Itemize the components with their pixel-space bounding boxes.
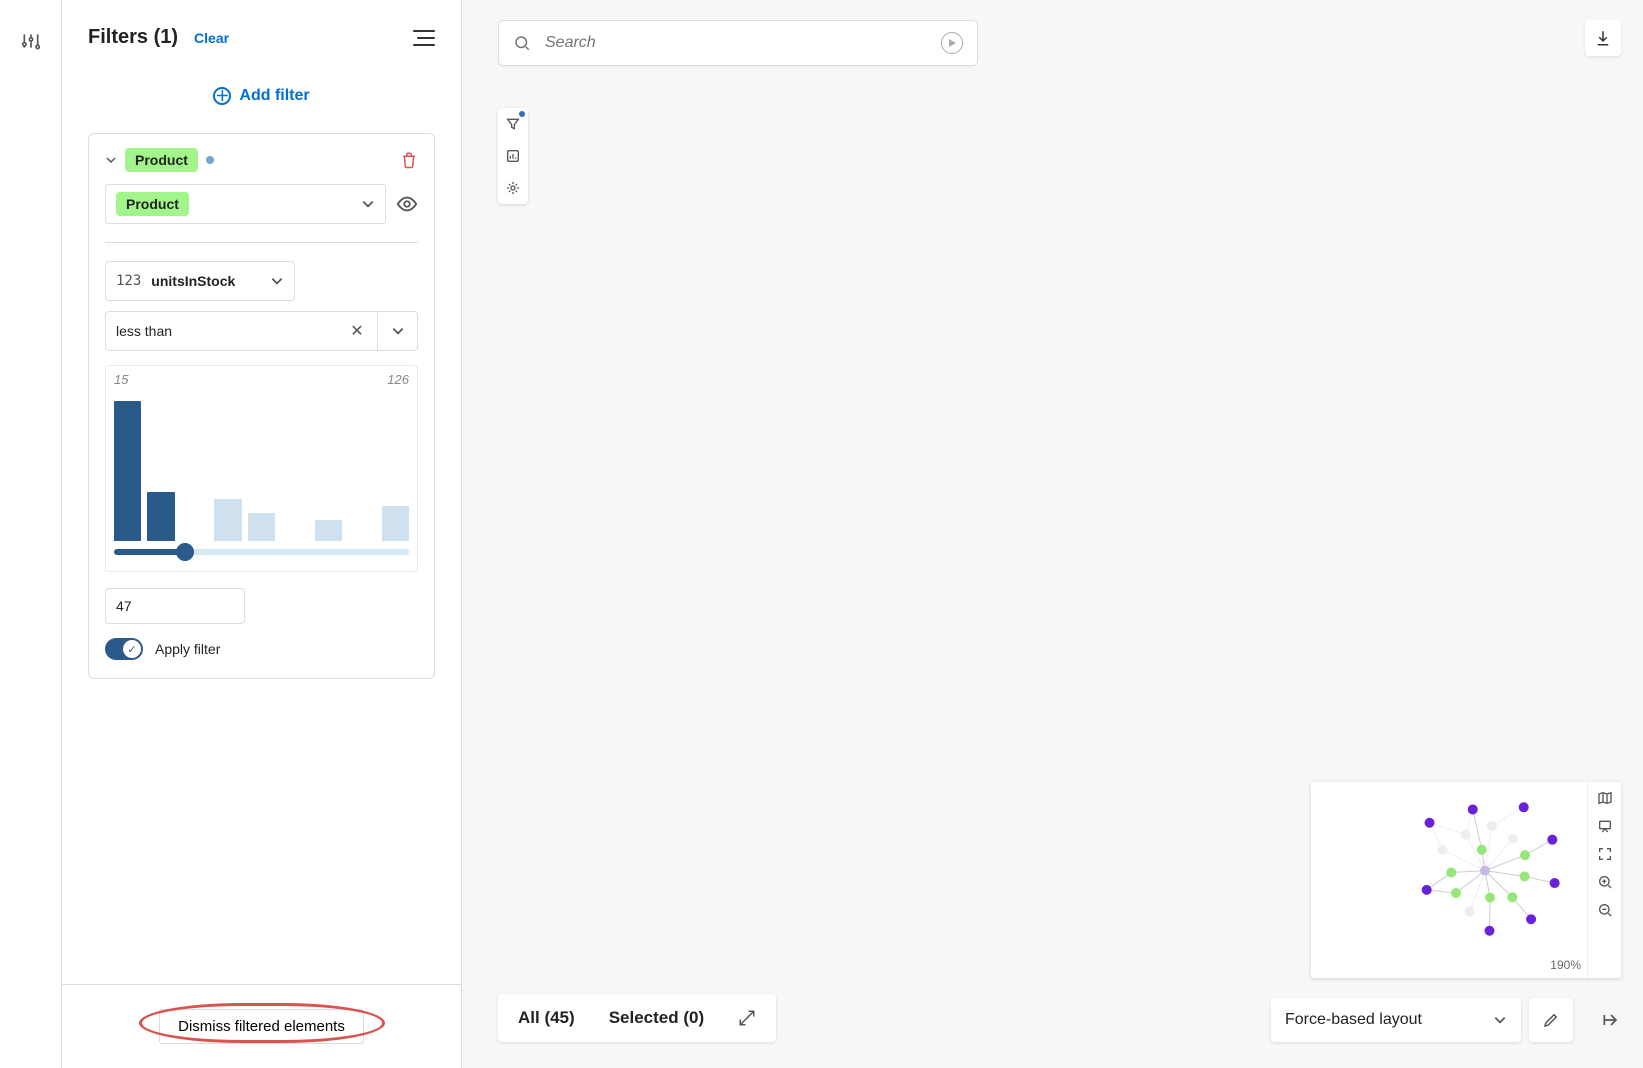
range-slider[interactable] — [114, 549, 409, 555]
minimap-svg[interactable] — [1311, 782, 1587, 978]
zoom-level: 190% — [1550, 958, 1581, 972]
eye-icon[interactable] — [396, 193, 418, 215]
value-input-text: 47 — [116, 598, 132, 614]
property-type-hint: 123 — [116, 273, 141, 289]
chevron-down-icon — [1493, 1013, 1507, 1027]
property-select[interactable]: 123 unitsInStock — [105, 261, 295, 301]
sliders-icon[interactable] — [20, 30, 42, 52]
collapse-panel-icon[interactable] — [1601, 1010, 1621, 1030]
edit-layout-button[interactable] — [1529, 998, 1573, 1042]
graph-canvas[interactable]: SUPPLIESSUPPLIESSUPPLIESSUPPLIESSUPPLIES… — [462, 0, 1643, 1068]
hist-bar — [382, 506, 409, 541]
hist-bar — [315, 520, 342, 541]
entity-pill: Product — [116, 192, 189, 216]
filter-header: Filters (1) Clear — [62, 0, 461, 67]
schema-tool-icon[interactable] — [498, 172, 528, 204]
graph-svg: SUPPLIESSUPPLIESSUPPLIESSUPPLIESSUPPLIES… — [462, 0, 762, 150]
clear-filters-link[interactable]: Clear — [194, 30, 229, 46]
dismiss-filtered-button[interactable]: Dismiss filtered elements — [159, 1009, 364, 1044]
hist-bar — [147, 492, 174, 541]
plus-circle-icon: ＋ — [213, 87, 231, 105]
delete-filter-button[interactable] — [400, 151, 418, 169]
minimap-tools — [1587, 782, 1621, 978]
panel-menu-icon[interactable] — [413, 30, 435, 46]
operator-select: less than ✕ — [105, 311, 418, 351]
histogram: 15 126 — [105, 365, 418, 572]
add-filter-label: Add filter — [239, 87, 309, 105]
hist-bar — [114, 401, 141, 541]
minimap: 190% — [1311, 782, 1621, 978]
selection-toolbar: All (45) Selected (0) — [498, 994, 776, 1042]
zoom-in-icon[interactable] — [1597, 874, 1613, 890]
expand-icon[interactable] — [738, 1009, 756, 1027]
property-name: unitsInStock — [151, 273, 235, 289]
apply-filter-label: Apply filter — [155, 641, 220, 657]
selected-tab[interactable]: Selected (0) — [609, 1008, 704, 1028]
operator-value[interactable]: less than — [106, 312, 337, 350]
filter-label-pill: Product — [125, 148, 198, 172]
hist-min: 15 — [114, 372, 128, 387]
toggle-knob-check-icon: ✓ — [123, 640, 141, 658]
filter-status-dot — [206, 156, 214, 164]
chevron-down-icon[interactable] — [105, 154, 117, 166]
hist-bar — [248, 513, 275, 541]
value-input[interactable]: 47 — [105, 588, 245, 624]
map-icon[interactable] — [1597, 790, 1613, 806]
layout-selected-label: Force-based layout — [1285, 1011, 1422, 1029]
zoom-out-icon[interactable] — [1597, 902, 1613, 918]
all-tab[interactable]: All (45) — [518, 1008, 575, 1028]
filter-footer: Dismiss filtered elements — [62, 984, 461, 1068]
filter-panel: Filters (1) Clear ＋ Add filter Product P… — [62, 0, 462, 1068]
filter-card: Product Product 123 — [88, 133, 435, 679]
layout-select[interactable]: Force-based layout — [1271, 998, 1521, 1042]
operator-dropdown-button[interactable] — [377, 312, 417, 350]
hist-bar — [214, 499, 241, 541]
presentation-icon[interactable] — [1597, 818, 1613, 834]
slider-handle[interactable] — [176, 543, 194, 561]
fit-screen-icon[interactable] — [1597, 846, 1613, 862]
add-filter-button[interactable]: ＋ Add filter — [88, 87, 435, 105]
filter-title: Filters (1) — [88, 26, 178, 49]
clear-operator-button[interactable]: ✕ — [337, 312, 377, 350]
hist-max: 126 — [387, 372, 409, 387]
play-icon[interactable] — [941, 32, 963, 54]
download-button[interactable] — [1585, 20, 1621, 56]
layout-controls: Force-based layout — [1271, 998, 1573, 1042]
entity-select[interactable]: Product — [105, 184, 386, 224]
chevron-down-icon — [270, 274, 284, 288]
left-rail — [0, 0, 62, 1068]
apply-filter-toggle[interactable]: ✓ — [105, 638, 143, 660]
chevron-down-icon — [361, 197, 375, 211]
